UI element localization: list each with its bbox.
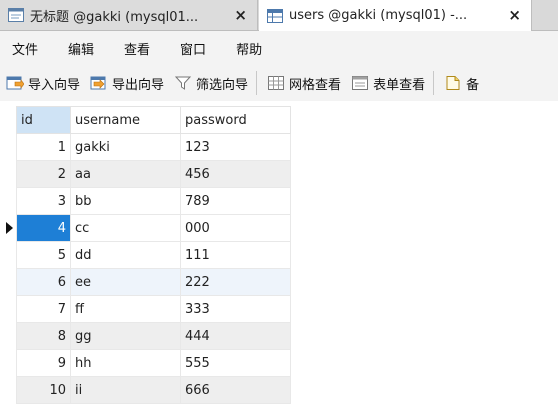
- toolbar-separator: [256, 71, 258, 95]
- query-icon: [8, 8, 24, 22]
- form-icon: [352, 76, 369, 90]
- memo-icon: [446, 76, 460, 90]
- tab-strip: 无标题 @gakki (mysql01... × users @gakki (m…: [0, 0, 558, 31]
- cell-username[interactable]: bb: [70, 187, 181, 215]
- tab-close-button[interactable]: ×: [508, 6, 521, 24]
- cell-password[interactable]: 666: [180, 376, 291, 404]
- toolbar-separator: [433, 71, 435, 95]
- grid-icon: [268, 76, 285, 90]
- tab-users-table[interactable]: users @gakki (mysql01) -... ×: [259, 0, 532, 31]
- cell-password[interactable]: 333: [180, 295, 291, 323]
- import-wizard-label: 导入向导: [28, 77, 81, 93]
- table-row[interactable]: 7 ff 333: [16, 295, 291, 323]
- cell-username[interactable]: ii: [70, 376, 181, 404]
- export-wizard-label: 导出向导: [112, 77, 165, 93]
- table-row[interactable]: 8 gg 444: [16, 322, 291, 350]
- cell-id[interactable]: 4: [16, 214, 71, 242]
- cell-username[interactable]: gakki: [70, 133, 181, 161]
- cell-id[interactable]: 8: [16, 322, 71, 350]
- filter-icon: [174, 76, 192, 90]
- import-icon: [6, 76, 24, 90]
- menu-window[interactable]: 窗口: [180, 39, 206, 58]
- memo-label: 备: [466, 77, 480, 93]
- table-row[interactable]: 3 bb 789: [16, 187, 291, 215]
- cell-username[interactable]: hh: [70, 349, 181, 377]
- cell-password[interactable]: 000: [180, 214, 291, 242]
- column-header-id[interactable]: id: [16, 106, 71, 134]
- menu-file[interactable]: 文件: [12, 39, 38, 58]
- export-wizard-button[interactable]: 导出向导: [84, 70, 168, 96]
- cell-password[interactable]: 555: [180, 349, 291, 377]
- tab-close-button[interactable]: ×: [234, 6, 247, 24]
- cell-id[interactable]: 1: [16, 133, 71, 161]
- cell-id[interactable]: 3: [16, 187, 71, 215]
- form-view-label: 表单查看: [373, 77, 426, 93]
- cell-id[interactable]: 7: [16, 295, 71, 323]
- grid-view-label: 网格查看: [289, 77, 342, 93]
- import-wizard-button[interactable]: 导入向导: [0, 70, 84, 96]
- cell-password[interactable]: 222: [180, 268, 291, 296]
- tab-title: 无标题 @gakki (mysql01...: [30, 9, 199, 25]
- table-row[interactable]: 10 ii 666: [16, 376, 291, 404]
- cell-id[interactable]: 2: [16, 160, 71, 188]
- navicat-window: 无标题 @gakki (mysql01... × users @gakki (m…: [0, 0, 558, 413]
- memo-button[interactable]: 备: [438, 70, 483, 96]
- data-grid-area: id username password 1 gakki 123 2 aa 456 3 bb 7…: [0, 101, 558, 413]
- cell-password[interactable]: 789: [180, 187, 291, 215]
- table-row[interactable]: 6 ee 222: [16, 268, 291, 296]
- menu-edit[interactable]: 编辑: [68, 39, 94, 58]
- menu-help[interactable]: 帮助: [236, 39, 262, 58]
- cell-username[interactable]: dd: [70, 241, 181, 269]
- cell-password[interactable]: 111: [180, 241, 291, 269]
- cell-password[interactable]: 456: [180, 160, 291, 188]
- filter-wizard-label: 筛选向导: [196, 77, 249, 93]
- column-header-password[interactable]: password: [180, 106, 291, 134]
- cell-username[interactable]: cc: [70, 214, 181, 242]
- cell-username[interactable]: aa: [70, 160, 181, 188]
- column-header-username[interactable]: username: [70, 106, 181, 134]
- tab-title: users @gakki (mysql01) -...: [289, 8, 468, 23]
- table-row[interactable]: 5 dd 111: [16, 241, 291, 269]
- data-grid: id username password 1 gakki 123 2 aa 456 3 bb 7…: [16, 106, 291, 404]
- cell-password[interactable]: 444: [180, 322, 291, 350]
- export-icon: [90, 76, 106, 90]
- cell-id[interactable]: 5: [16, 241, 71, 269]
- menu-bar: 文件 编辑 查看 窗口 帮助: [0, 31, 558, 65]
- cell-id[interactable]: 9: [16, 349, 71, 377]
- table-row[interactable]: 1 gakki 123: [16, 133, 291, 161]
- cell-id[interactable]: 10: [16, 376, 71, 404]
- cell-username[interactable]: ee: [70, 268, 181, 296]
- grid-header-row: id username password: [16, 106, 291, 134]
- cell-password[interactable]: 123: [180, 133, 291, 161]
- cell-id[interactable]: 6: [16, 268, 71, 296]
- menu-view[interactable]: 查看: [124, 39, 150, 58]
- toolbar: 导入向导 导出向导 筛选向导 网格查看 表单查看 备: [0, 65, 558, 102]
- cell-username[interactable]: gg: [70, 322, 181, 350]
- table-row[interactable]: 4 cc 000: [16, 214, 291, 242]
- form-view-button[interactable]: 表单查看: [345, 70, 429, 96]
- cell-username[interactable]: ff: [70, 295, 181, 323]
- current-row-indicator-icon: [6, 222, 13, 234]
- filter-wizard-button[interactable]: 筛选向导: [168, 70, 252, 96]
- table-icon: [267, 8, 283, 23]
- table-row[interactable]: 9 hh 555: [16, 349, 291, 377]
- table-row[interactable]: 2 aa 456: [16, 160, 291, 188]
- grid-view-button[interactable]: 网格查看: [261, 70, 345, 96]
- tab-query-untitled[interactable]: 无标题 @gakki (mysql01... ×: [0, 0, 258, 30]
